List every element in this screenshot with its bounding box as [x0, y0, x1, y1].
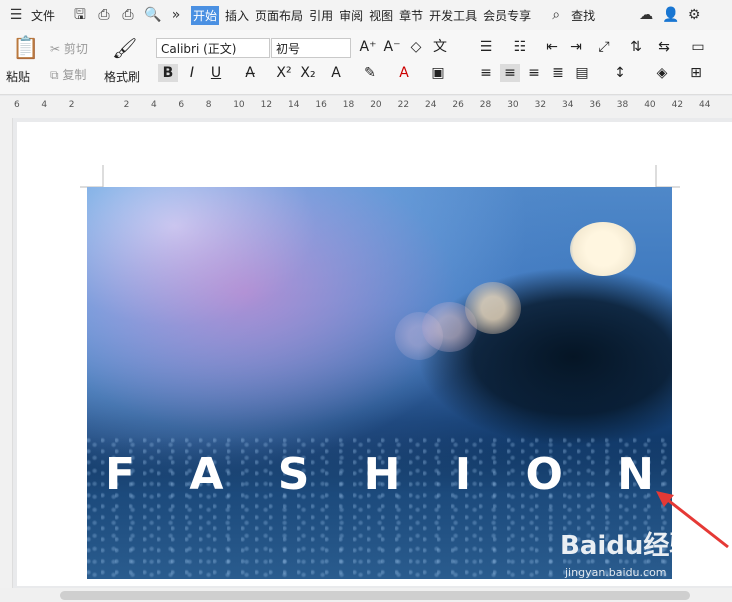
red-arrow-annotation [656, 491, 729, 549]
fashion-letter: F [105, 449, 136, 500]
fashion-text[interactable]: F A S H I O N [87, 449, 672, 500]
dark-shadow-area [417, 267, 672, 447]
fashion-letter: A [189, 449, 224, 500]
baidu-watermark-url: jingyan.baidu.com [565, 566, 667, 579]
horizontal-scrollbar-thumb[interactable] [60, 591, 690, 600]
bokeh-light [465, 282, 521, 334]
fashion-letter: N [617, 449, 654, 500]
bokeh-light [570, 222, 636, 276]
fashion-letter: O [525, 449, 563, 500]
fashion-letter: I [454, 449, 472, 500]
fashion-letter: H [363, 449, 401, 500]
fashion-letter: S [277, 449, 310, 500]
fashion-image[interactable]: F A S H I O N [87, 187, 672, 579]
